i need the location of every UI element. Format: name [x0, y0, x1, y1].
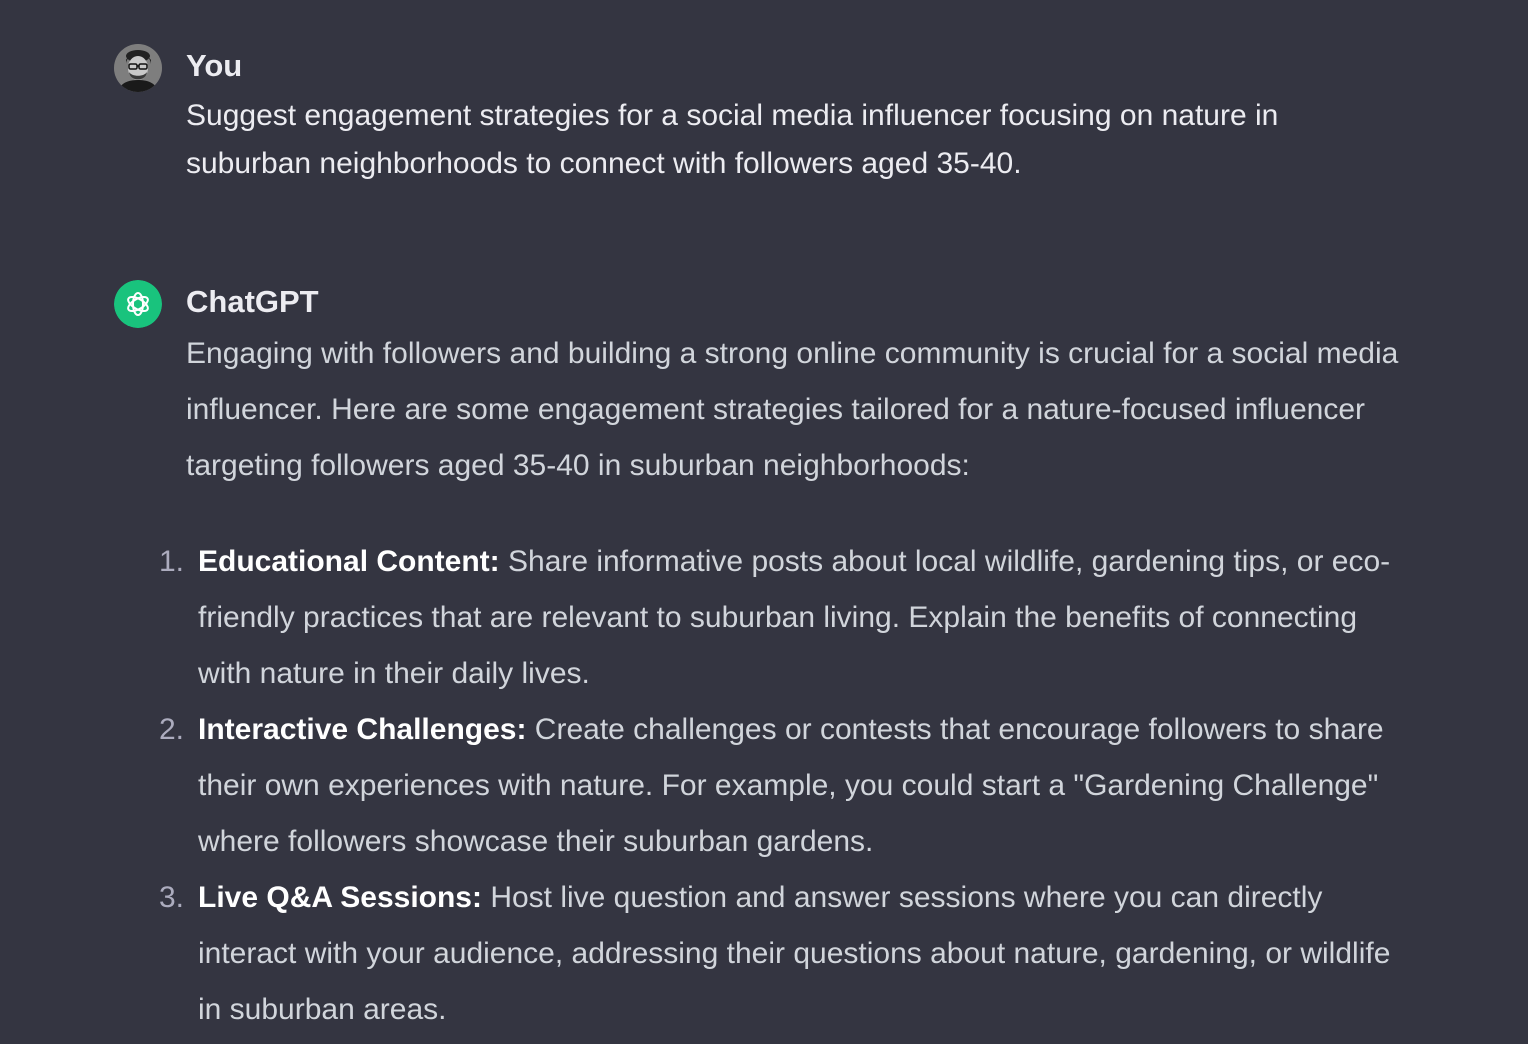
list-item-number: 2. [158, 713, 184, 746]
strategy-list: 1. Educational Content: Share informativ… [159, 534, 1406, 1038]
user-photo-avatar-icon [114, 44, 162, 92]
list-item-title: Educational Content: [198, 545, 508, 578]
list-item-title: Interactive Challenges: [198, 713, 535, 746]
openai-logo-icon [114, 280, 162, 328]
user-avatar [114, 44, 162, 92]
list-item: 3. Live Q&A Sessions: Host live question… [159, 870, 1406, 1038]
list-item: 2. Interactive Challenges: Create challe… [159, 702, 1406, 870]
assistant-author-name: ChatGPT [186, 284, 319, 319]
assistant-avatar [114, 280, 162, 328]
list-item-number: 1. [158, 545, 184, 578]
list-item-number: 3. [158, 881, 184, 914]
assistant-intro-text: Engaging with followers and building a s… [186, 337, 1399, 482]
chat-page: You Suggest engagement strategies for a … [0, 0, 1528, 1044]
list-item-title: Live Q&A Sessions: [198, 881, 491, 914]
list-item: 1. Educational Content: Share informativ… [159, 534, 1406, 702]
user-message-text: Suggest engagement strategies for a soci… [186, 99, 1279, 180]
user-author-name: You [186, 48, 243, 83]
